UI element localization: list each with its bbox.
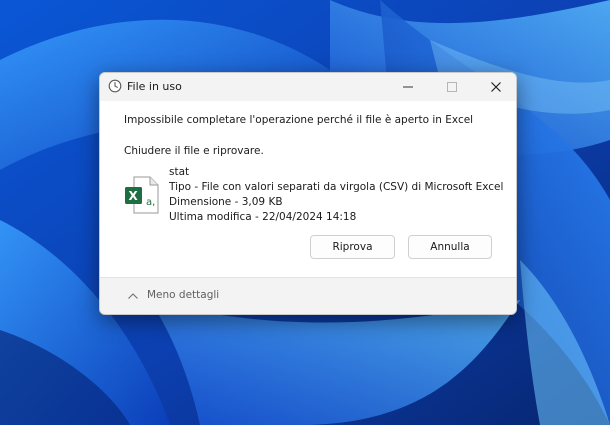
- clock-icon: [108, 79, 122, 93]
- close-button[interactable]: [474, 73, 517, 101]
- window-title: File in uso: [127, 80, 182, 93]
- svg-text:X: X: [129, 189, 139, 203]
- cancel-button[interactable]: Annulla: [408, 235, 492, 259]
- file-type: Tipo - File con valori separati da virgo…: [169, 181, 503, 193]
- file-size: Dimensione - 3,09 KB: [169, 196, 283, 208]
- minimize-button[interactable]: [386, 73, 430, 101]
- chevron-up-icon[interactable]: [127, 292, 139, 300]
- file-modified: Ultima modifica - 22/04/2024 14:18: [169, 211, 356, 223]
- less-details-toggle[interactable]: Meno dettagli: [147, 289, 219, 301]
- svg-text:a,: a,: [146, 197, 155, 208]
- dialog-content: Impossibile completare l'operazione perc…: [100, 101, 516, 277]
- file-name: stat: [169, 166, 189, 178]
- details-footer: Meno dettagli: [100, 277, 516, 314]
- maximize-icon: [446, 81, 458, 93]
- maximize-button[interactable]: [430, 73, 474, 101]
- minimize-icon: [402, 81, 414, 93]
- close-icon: [490, 81, 502, 93]
- error-message: Impossibile completare l'operazione perc…: [124, 114, 473, 126]
- excel-csv-file-icon: a, X: [124, 175, 160, 215]
- file-in-use-dialog: File in uso Impossibile completare l'ope…: [99, 72, 517, 315]
- instruction-message: Chiudere il file e riprovare.: [124, 145, 264, 157]
- title-bar: File in uso: [100, 73, 516, 101]
- retry-button[interactable]: Riprova: [310, 235, 395, 259]
